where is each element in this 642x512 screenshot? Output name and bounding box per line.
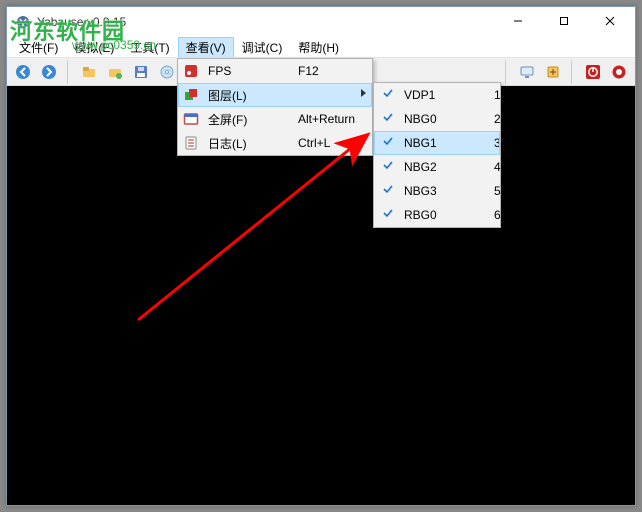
- menu-debug[interactable]: 调试(C): [234, 37, 291, 57]
- layer-nbg1[interactable]: NBG1 3: [374, 131, 500, 155]
- fps-icon: [182, 62, 200, 80]
- toolbar-separator: [571, 60, 575, 84]
- power-icon[interactable]: [581, 60, 605, 84]
- menu-help[interactable]: 帮助(H): [290, 37, 347, 57]
- open2-icon[interactable]: [103, 60, 127, 84]
- fullscreen-icon: [182, 110, 200, 128]
- layer-nbg0[interactable]: NBG0 2: [374, 107, 500, 131]
- check-icon: [382, 183, 396, 197]
- record-icon[interactable]: [607, 60, 631, 84]
- menu-log[interactable]: 日志(L) Ctrl+L: [178, 131, 372, 155]
- maximize-button[interactable]: [541, 7, 587, 35]
- app-icon: [15, 14, 31, 30]
- disc-icon[interactable]: [155, 60, 179, 84]
- check-icon: [382, 159, 396, 173]
- tools-icon[interactable]: [541, 60, 565, 84]
- chevron-right-icon: [361, 89, 366, 97]
- toolbar-separator: [505, 60, 509, 84]
- menu-fullscreen[interactable]: 全屏(F) Alt+Return: [178, 107, 372, 131]
- menu-layers[interactable]: 图层(L): [178, 83, 372, 107]
- close-button[interactable]: [587, 7, 633, 35]
- menu-fps[interactable]: FPS F12: [178, 59, 372, 83]
- toolbar-separator: [67, 60, 71, 84]
- layers-icon: [182, 86, 200, 104]
- menubar: 文件(F) 模拟(E) 工具(T) 查看(V) 调试(C) 帮助(H): [7, 37, 635, 58]
- check-icon: [382, 135, 396, 149]
- monitor-icon[interactable]: [515, 60, 539, 84]
- layer-nbg3[interactable]: NBG3 5: [374, 179, 500, 203]
- check-icon: [382, 207, 396, 221]
- app-window: Yabause v0.9.15 文件(F) 模拟(E) 工具(T) 查看(V) …: [6, 6, 636, 506]
- menu-view[interactable]: 查看(V): [178, 37, 234, 57]
- layer-nbg2[interactable]: NBG2 4: [374, 155, 500, 179]
- check-icon: [382, 111, 396, 125]
- menu-file[interactable]: 文件(F): [11, 37, 66, 57]
- menu-tools[interactable]: 工具(T): [122, 37, 177, 57]
- layers-submenu-popup: VDP1 1 NBG0 2 NBG1 3 NBG2 4 NBG3 5 RBG0 …: [373, 82, 501, 228]
- forward-icon[interactable]: [37, 60, 61, 84]
- window-controls: [495, 7, 633, 37]
- layer-rbg0[interactable]: RBG0 6: [374, 203, 500, 227]
- layer-vdp1[interactable]: VDP1 1: [374, 83, 500, 107]
- menu-emulation[interactable]: 模拟(E): [66, 37, 122, 57]
- save-icon[interactable]: [129, 60, 153, 84]
- titlebar[interactable]: Yabause v0.9.15: [7, 7, 635, 37]
- check-icon: [382, 87, 396, 101]
- back-icon[interactable]: [11, 60, 35, 84]
- minimize-button[interactable]: [495, 7, 541, 35]
- window-title: Yabause v0.9.15: [37, 15, 495, 29]
- view-menu-popup: FPS F12 图层(L) 全屏(F) Alt+Return 日志(L) Ctr…: [177, 58, 373, 156]
- log-icon: [182, 134, 200, 152]
- open-icon[interactable]: [77, 60, 101, 84]
